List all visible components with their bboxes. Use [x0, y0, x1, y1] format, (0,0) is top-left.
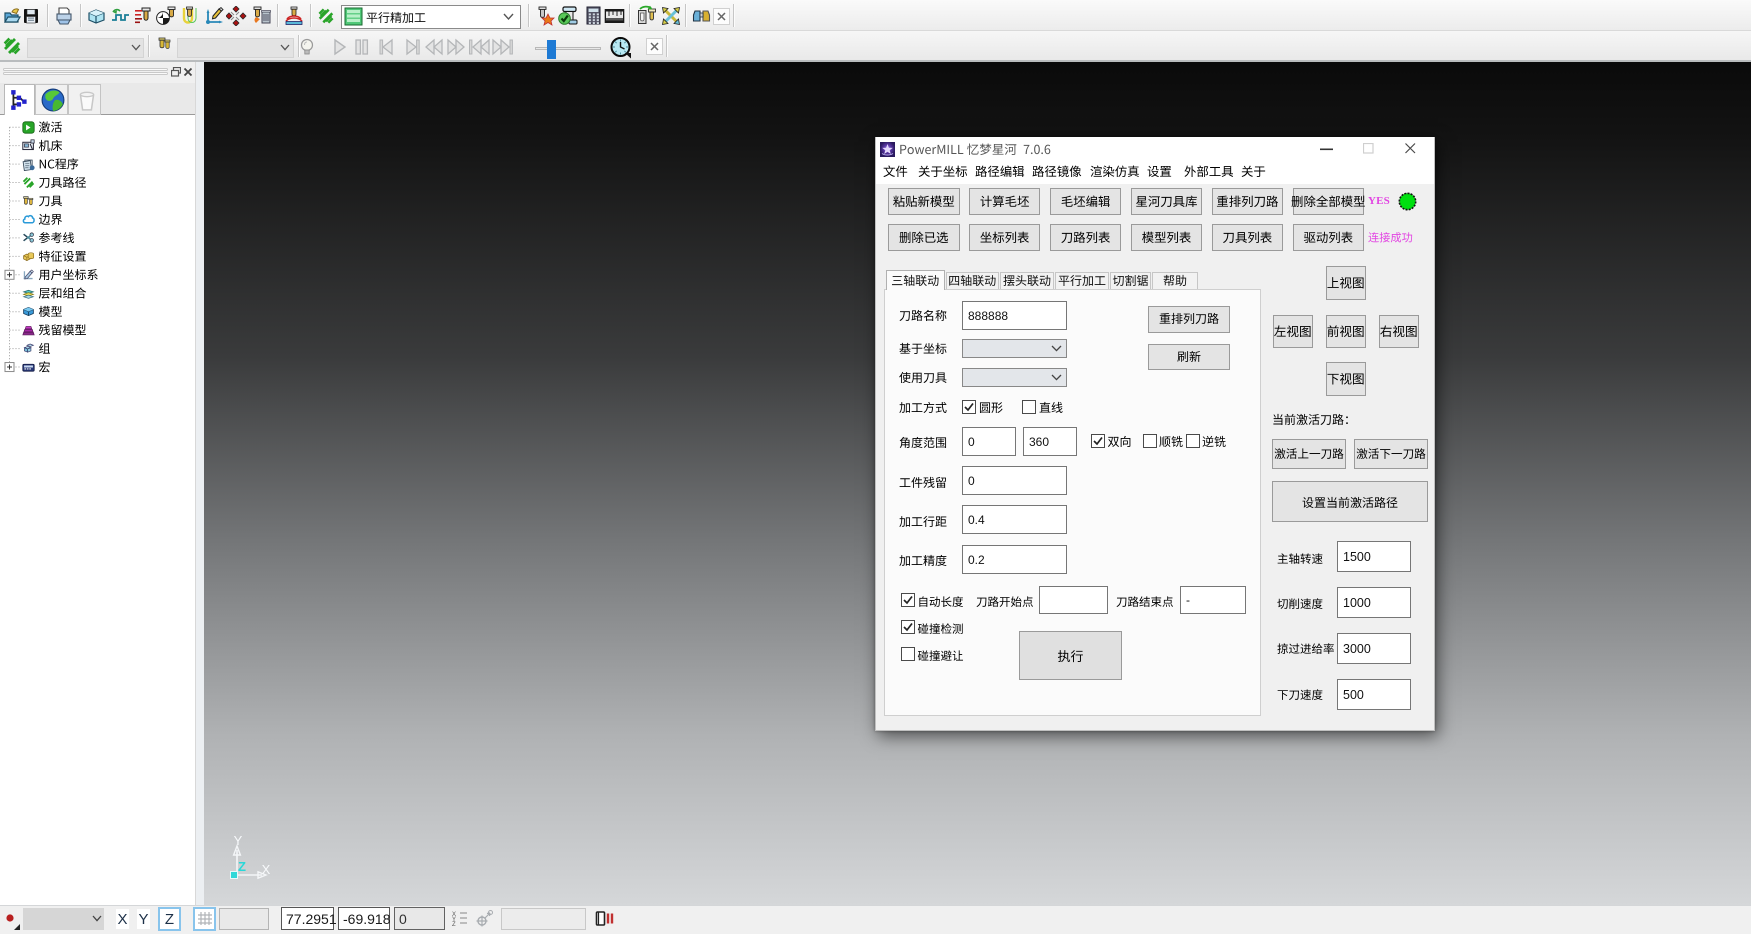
svg-text:X: X	[262, 862, 271, 877]
svg-text:Y: Y	[234, 833, 243, 848]
svg-text:Z: Z	[452, 922, 456, 927]
svg-text:Z: Z	[238, 859, 246, 874]
